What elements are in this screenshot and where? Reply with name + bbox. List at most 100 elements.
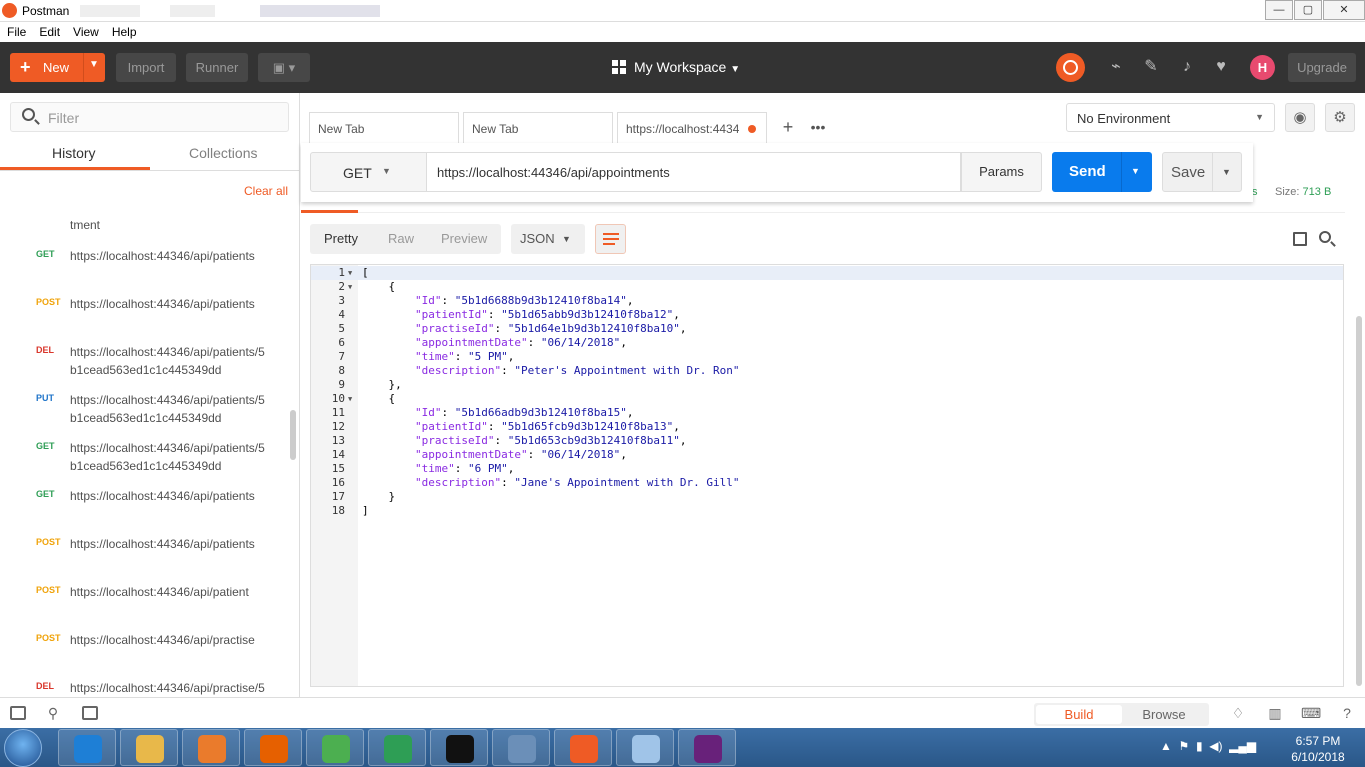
sidebar-scrollbar[interactable] xyxy=(290,410,296,460)
history-url: https://localhost:44346/api/practise xyxy=(70,633,255,647)
code-line: 14 "appointmentDate": "06/14/2018", xyxy=(311,448,1343,462)
save-button[interactable]: Save ▼ xyxy=(1162,152,1242,192)
history-item[interactable]: POST https://localhost:44346/api/practise xyxy=(0,631,290,679)
tab-options-ellipsis-icon[interactable]: ••• xyxy=(803,112,833,143)
system-tray[interactable]: ▲ ⚑ ▮ ◀) ▂▄▆ xyxy=(1160,739,1256,753)
history-item[interactable]: GET https://localhost:44346/api/patients/… xyxy=(0,439,290,487)
heart-icon[interactable]: ♥ xyxy=(1210,56,1232,78)
fold-arrow-icon[interactable]: ▼ xyxy=(348,280,352,294)
tab-history[interactable]: History xyxy=(52,145,96,161)
taskbar-app-button[interactable] xyxy=(554,729,612,766)
find-icon[interactable]: ⚲ xyxy=(43,703,63,723)
copy-icon[interactable] xyxy=(1293,232,1307,246)
save-dropdown-chevron-icon[interactable]: ▼ xyxy=(1222,167,1231,177)
menu-help[interactable]: Help xyxy=(105,22,143,42)
history-item-partial[interactable]: tment xyxy=(70,218,100,232)
taskbar-clock[interactable]: 6:57 PM 6/10/2018 xyxy=(1288,733,1348,765)
sidebar-toggle-icon[interactable] xyxy=(10,706,26,720)
tab-preview[interactable]: Preview xyxy=(441,231,487,246)
fold-arrow-icon[interactable]: ▼ xyxy=(348,392,352,406)
runner-button[interactable]: Runner xyxy=(186,53,248,82)
taskbar-app-button[interactable] xyxy=(616,729,674,766)
avatar[interactable]: H xyxy=(1250,55,1275,80)
browse-button[interactable]: Browse xyxy=(1129,707,1199,722)
wrap-lines-icon[interactable] xyxy=(595,224,626,254)
history-item[interactable]: GET https://localhost:44346/api/patients xyxy=(0,487,290,535)
tab-active-request[interactable]: https://localhost:4434 xyxy=(617,112,767,143)
url-value: https://localhost:44346/api/appointments xyxy=(437,165,670,180)
filter-input[interactable]: Filter xyxy=(10,102,289,132)
upgrade-button[interactable]: Upgrade xyxy=(1288,53,1356,82)
build-button[interactable]: Build xyxy=(1036,705,1122,724)
lightbulb-icon[interactable]: ♢ xyxy=(1228,703,1248,723)
history-item[interactable]: PUT https://localhost:44346/api/patients/… xyxy=(0,391,290,439)
sync-status-icon[interactable] xyxy=(1056,53,1085,82)
tab-new-2[interactable]: New Tab xyxy=(463,112,613,143)
taskbar-app-button[interactable] xyxy=(368,729,426,766)
response-body-editor[interactable]: 1 ▼[2 ▼ {3 "Id": "5b1d6688b9d3b12410f8ba14… xyxy=(310,264,1344,687)
send-dropdown-chevron-icon[interactable]: ▼ xyxy=(1131,166,1140,176)
send-button[interactable]: Send ▼ xyxy=(1052,152,1152,192)
history-item[interactable]: POST https://localhost:44346/api/patient xyxy=(0,583,290,631)
keyboard-icon[interactable]: ⌨ xyxy=(1301,703,1321,723)
search-icon[interactable] xyxy=(1319,231,1331,243)
history-item[interactable]: DEL https://localhost:44346/api/patients/… xyxy=(0,343,290,391)
satellite-icon[interactable]: ⌁ xyxy=(1105,56,1127,78)
history-item[interactable]: DEL https://localhost:44346/api/practise/… xyxy=(0,679,290,697)
menu-file[interactable]: File xyxy=(0,22,32,42)
eye-icon[interactable]: ◉ xyxy=(1285,103,1315,132)
format-select[interactable]: JSON ▼ xyxy=(511,224,585,254)
history-item[interactable]: GET https://localhost:44346/api/patients xyxy=(0,247,290,295)
import-button[interactable]: Import xyxy=(116,53,176,82)
add-tab-plus-icon[interactable]: + xyxy=(773,112,803,143)
bell-icon[interactable]: ♪ xyxy=(1176,56,1198,78)
start-button[interactable] xyxy=(4,729,42,767)
method-badge: GET xyxy=(36,441,55,451)
wrench-icon[interactable]: ✎ xyxy=(1140,56,1162,78)
line-number: 9 xyxy=(338,378,345,391)
params-button[interactable]: Params xyxy=(961,152,1042,192)
main-scrollbar[interactable] xyxy=(1356,316,1362,686)
taskbar-app-button[interactable] xyxy=(120,729,178,766)
gear-icon[interactable]: ⚙ xyxy=(1325,103,1355,132)
taskbar-app-button[interactable] xyxy=(58,729,116,766)
fold-arrow-icon[interactable]: ▼ xyxy=(348,266,352,280)
new-window-button[interactable]: ▣ ▾ xyxy=(258,53,310,82)
new-button[interactable]: + New ▼ xyxy=(10,53,105,82)
tab-collections[interactable]: Collections xyxy=(189,145,257,161)
help-icon[interactable]: ? xyxy=(1337,703,1357,723)
environment-select[interactable]: No Environment ▼ xyxy=(1066,103,1275,132)
history-item[interactable]: POST https://localhost:44346/api/patients xyxy=(0,535,290,583)
menu-edit[interactable]: Edit xyxy=(32,22,66,42)
maximize-button[interactable]: ▢ xyxy=(1294,0,1322,20)
code-text: ] xyxy=(362,504,369,517)
new-dropdown-caret-icon[interactable]: ▼ xyxy=(89,59,99,70)
code-line: 12 "patientId": "5b1d65fcb9d3b12410f8ba1… xyxy=(311,420,1343,434)
taskbar-app-button[interactable] xyxy=(430,729,488,766)
url-input[interactable]: https://localhost:44346/api/appointments xyxy=(427,152,961,192)
console-icon[interactable] xyxy=(82,706,98,720)
tab-new-1[interactable]: New Tab xyxy=(309,112,459,143)
history-item[interactable]: POST https://localhost:44346/api/patients xyxy=(0,295,290,343)
taskbar-app-button[interactable] xyxy=(492,729,550,766)
line-number: 2 xyxy=(338,280,345,293)
taskbar-app-button[interactable] xyxy=(678,729,736,766)
close-button[interactable]: ✕ xyxy=(1323,0,1365,20)
clear-all-link[interactable]: Clear all xyxy=(244,184,288,198)
format-value: JSON xyxy=(520,231,555,246)
tab-pretty[interactable]: Pretty xyxy=(324,231,358,246)
workspace-selector[interactable]: My Workspace ▼ xyxy=(612,59,740,75)
code-text: }, xyxy=(362,378,402,391)
code-text: "time": "5 PM", xyxy=(414,350,515,363)
taskbar-app-button[interactable] xyxy=(182,729,240,766)
method-badge: POST xyxy=(36,297,61,307)
search-icon xyxy=(22,108,35,121)
chevron-down-icon: ▼ xyxy=(562,234,571,244)
method-select[interactable]: GET ▼ xyxy=(310,152,427,192)
menu-view[interactable]: View xyxy=(66,22,105,42)
taskbar-app-button[interactable] xyxy=(244,729,302,766)
minimize-button[interactable]: — xyxy=(1265,0,1293,20)
two-pane-icon[interactable]: ▥ xyxy=(1265,703,1285,723)
taskbar-app-button[interactable] xyxy=(306,729,364,766)
tab-raw[interactable]: Raw xyxy=(388,231,414,246)
